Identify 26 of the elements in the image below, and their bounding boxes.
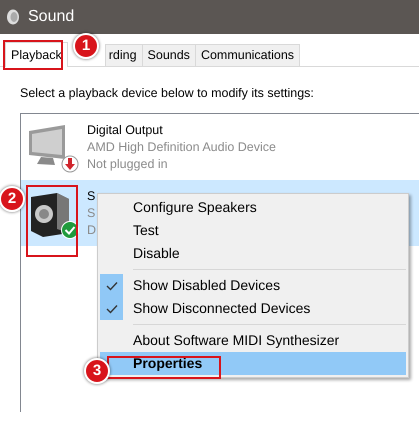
highlight-frame bbox=[26, 185, 78, 257]
device-name: Digital Output bbox=[87, 122, 164, 138]
tab[interactable]: rding bbox=[104, 44, 143, 66]
window-title: Sound bbox=[28, 7, 74, 27]
device-status: Not plugged in bbox=[87, 156, 169, 172]
device-status: D bbox=[87, 222, 96, 238]
menu-item[interactable]: Show Disabled Devices bbox=[100, 274, 406, 297]
menu-item[interactable]: About Software MIDI Synthesizer bbox=[100, 329, 406, 352]
step-number: 1 bbox=[73, 33, 99, 59]
device-driver: S bbox=[87, 204, 96, 222]
speaker-icon bbox=[6, 9, 20, 25]
menu-item[interactable]: Disable bbox=[100, 242, 406, 265]
menu-item[interactable]: Show Disconnected Devices bbox=[100, 297, 406, 320]
device-name: S bbox=[87, 188, 96, 204]
tab[interactable]: Playback bbox=[5, 42, 68, 67]
tab[interactable]: Sounds bbox=[142, 44, 196, 66]
menu-item[interactable]: Configure Speakers bbox=[100, 196, 406, 219]
step-number: 3 bbox=[84, 358, 110, 384]
menu-item[interactable]: Test bbox=[100, 219, 406, 242]
highlight-frame bbox=[3, 40, 63, 70]
device-row[interactable]: Digital Output AMD High Definition Audio Device Not plugged in bbox=[21, 114, 419, 180]
device-driver: AMD High Definition Audio Device bbox=[87, 138, 276, 156]
step-number: 2 bbox=[0, 186, 25, 212]
menu-item[interactable]: Properties bbox=[100, 352, 406, 375]
tab[interactable]: Communications bbox=[194, 44, 300, 66]
instruction-text: Select a playback device below to modify its settings: bbox=[20, 86, 314, 100]
